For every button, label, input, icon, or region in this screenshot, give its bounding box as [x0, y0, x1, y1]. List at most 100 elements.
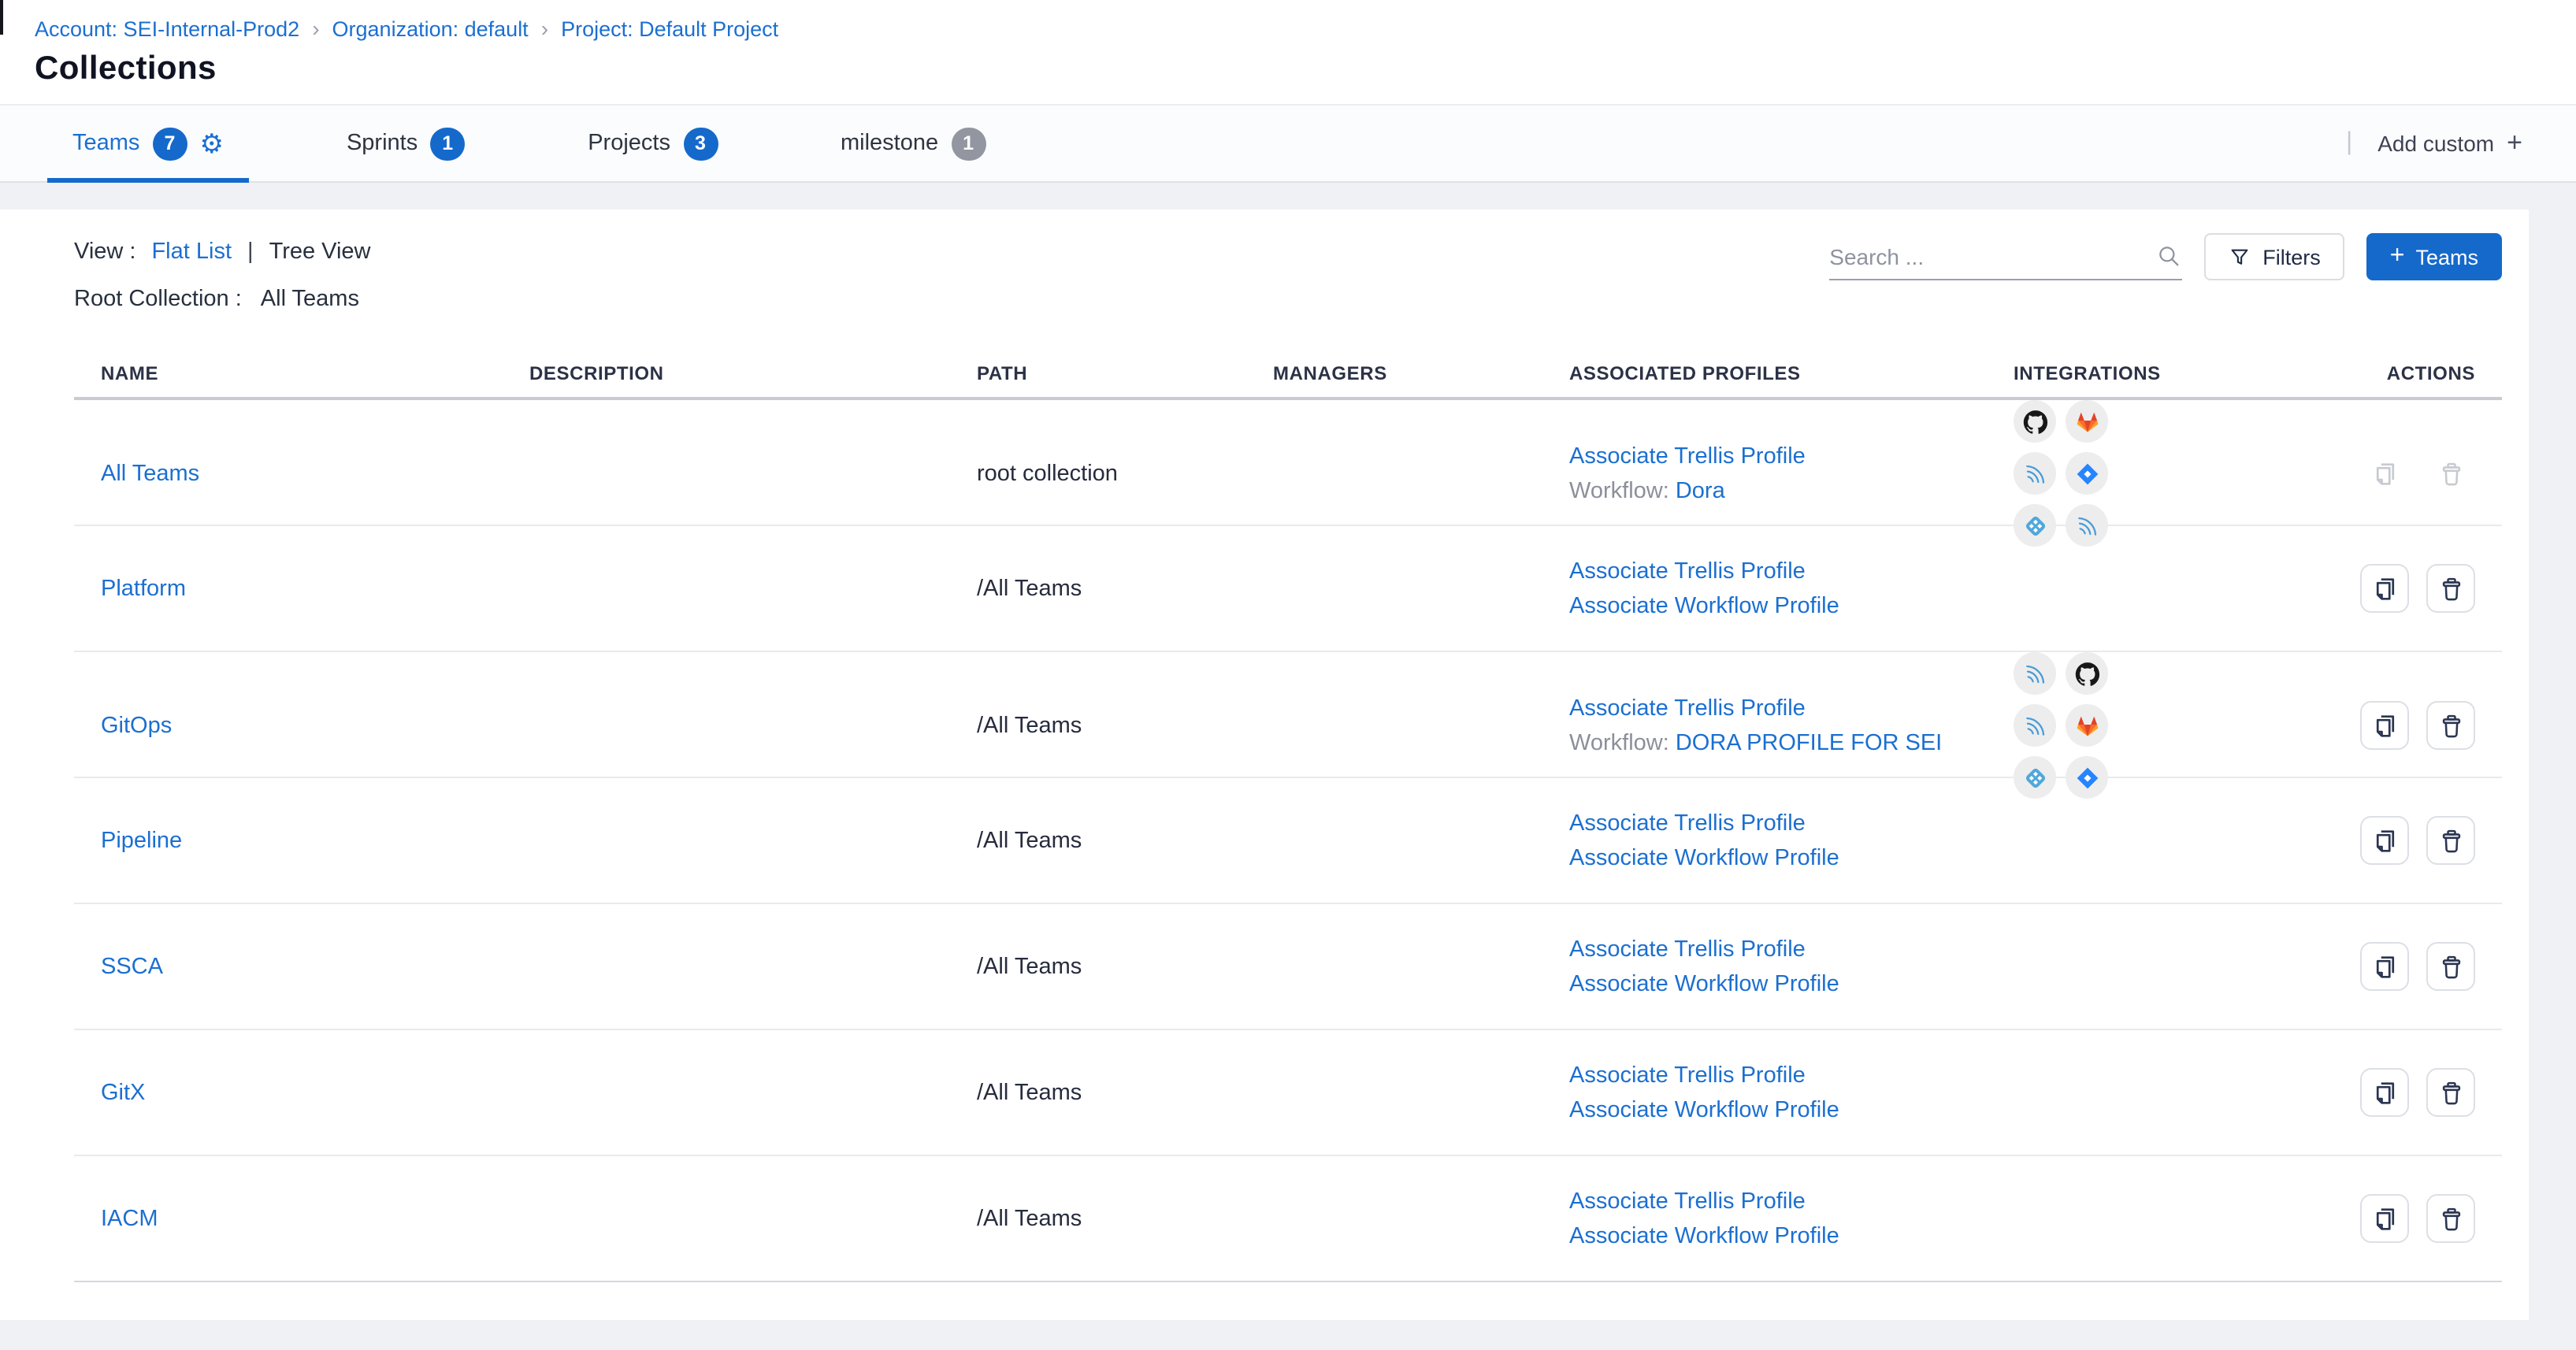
copy-button[interactable]: [2360, 942, 2409, 991]
path-cell: /All Teams: [950, 828, 1246, 853]
add-custom-button[interactable]: Add custom +: [2377, 128, 2522, 159]
plus-icon: +: [2507, 128, 2522, 159]
associate-trellis-link[interactable]: Associate Trellis Profile: [1569, 1189, 1806, 1214]
add-teams-button[interactable]: + Teams: [2366, 233, 2502, 280]
diamond-grid-icon: [2014, 756, 2056, 799]
copy-button[interactable]: [2360, 1068, 2409, 1117]
tab-teams[interactable]: Teams 7 ⚙: [47, 106, 249, 181]
actions-cell: [2321, 449, 2502, 498]
sonarqube-icon: [2014, 704, 2056, 747]
delete-button[interactable]: [2426, 942, 2475, 991]
github-icon: [2066, 652, 2108, 695]
copy-button[interactable]: [2360, 816, 2409, 865]
associate-workflow-link[interactable]: Associate Workflow Profile: [1569, 1097, 1839, 1122]
view-flat-list[interactable]: Flat List: [151, 239, 232, 265]
trash-icon: [2437, 711, 2465, 740]
col-header-integrations: INTEGRATIONS: [1987, 362, 2321, 384]
copy-button[interactable]: [2360, 701, 2409, 750]
breadcrumb-project[interactable]: Project: Default Project: [561, 17, 778, 40]
associate-trellis-link[interactable]: Associate Trellis Profile: [1569, 695, 1806, 721]
collection-link[interactable]: IACM: [101, 1206, 158, 1231]
copy-icon: [2370, 826, 2399, 855]
tab-projects[interactable]: Projects 3: [562, 106, 743, 181]
delete-button[interactable]: [2426, 564, 2475, 613]
workflow-profile-link[interactable]: Dora: [1676, 478, 1725, 503]
chevron-right-icon: ›: [541, 16, 548, 41]
collection-link[interactable]: GitOps: [101, 713, 172, 738]
tab-label: Sprints: [347, 131, 418, 156]
delete-button[interactable]: [2426, 1068, 2475, 1117]
filters-label: Filters: [2262, 245, 2321, 269]
table-row: GitX /All Teams Associate Trellis Profil…: [74, 1030, 2502, 1156]
workflow-profile-link[interactable]: DORA PROFILE FOR SEI: [1676, 730, 1942, 755]
collection-link[interactable]: Platform: [101, 576, 186, 601]
associate-trellis-link[interactable]: Associate Trellis Profile: [1569, 1063, 1806, 1088]
trash-icon: [2437, 574, 2465, 603]
integrations-cell: [1987, 400, 2152, 547]
table-row: IACM /All Teams Associate Trellis Profil…: [74, 1156, 2502, 1282]
path-cell: /All Teams: [950, 713, 1246, 738]
associate-trellis-link[interactable]: Associate Trellis Profile: [1569, 936, 1806, 962]
tab-label: Teams: [72, 131, 139, 156]
filters-button[interactable]: Filters: [2204, 233, 2344, 280]
trash-icon: [2437, 459, 2465, 488]
delete-button[interactable]: [2426, 1194, 2475, 1243]
tab-sprints[interactable]: Sprints 1: [321, 106, 490, 181]
path-cell: /All Teams: [950, 1080, 1246, 1105]
tab-bar: Teams 7 ⚙ Sprints 1 Projects 3 milestone…: [0, 104, 2576, 183]
collection-link[interactable]: GitX: [101, 1080, 145, 1105]
associate-trellis-link[interactable]: Associate Trellis Profile: [1569, 810, 1806, 836]
associate-workflow-link[interactable]: Associate Workflow Profile: [1569, 845, 1839, 870]
workflow-prefix: Workflow:: [1569, 478, 1676, 503]
actions-cell: [2321, 942, 2502, 991]
plus-icon: +: [2390, 243, 2405, 271]
milestone-count-badge: 1: [951, 127, 985, 160]
associate-workflow-link[interactable]: Associate Workflow Profile: [1569, 593, 1839, 618]
gear-icon[interactable]: ⚙: [199, 130, 224, 157]
breadcrumb-organization[interactable]: Organization: default: [332, 17, 529, 40]
copy-button[interactable]: [2360, 1194, 2409, 1243]
breadcrumb-account[interactable]: Account: SEI-Internal-Prod2: [35, 17, 299, 40]
sonarqube-icon: [2014, 652, 2056, 695]
search-icon: [2155, 243, 2182, 269]
associate-trellis-link[interactable]: Associate Trellis Profile: [1569, 443, 1806, 469]
view-tree-view[interactable]: Tree View: [269, 239, 371, 265]
tab-label: milestone: [841, 131, 938, 156]
add-teams-label: Teams: [2415, 245, 2478, 269]
col-header-profiles: ASSOCIATED PROFILES: [1542, 362, 1987, 384]
delete-button[interactable]: [2426, 701, 2475, 750]
tab-label: Projects: [588, 131, 670, 156]
workflow-prefix: Workflow:: [1569, 730, 1676, 755]
search-field: [1829, 233, 2182, 280]
actions-cell: [2321, 1194, 2502, 1243]
copy-icon: [2370, 1078, 2399, 1107]
actions-cell: [2321, 816, 2502, 865]
copy-button[interactable]: [2360, 564, 2409, 613]
tab-milestone[interactable]: milestone 1: [815, 106, 1011, 181]
path-cell: root collection: [950, 461, 1246, 486]
collection-link[interactable]: All Teams: [101, 461, 199, 486]
gitlab-icon: [2066, 704, 2108, 747]
collections-table: NAME DESCRIPTION PATH MANAGERS ASSOCIATE…: [74, 350, 2502, 1282]
page-title: Collections: [0, 41, 2576, 104]
github-icon: [2014, 400, 2056, 443]
col-header-path: PATH: [950, 362, 1246, 384]
integrations-cell: [1987, 652, 2152, 799]
trash-icon: [2437, 826, 2465, 855]
associate-workflow-link[interactable]: Associate Workflow Profile: [1569, 971, 1839, 996]
delete-button[interactable]: [2426, 816, 2475, 865]
col-header-managers: MANAGERS: [1246, 362, 1542, 384]
collection-link[interactable]: Pipeline: [101, 828, 182, 853]
search-input[interactable]: [1829, 243, 2155, 269]
gitlab-icon: [2066, 400, 2108, 443]
path-cell: /All Teams: [950, 954, 1246, 979]
associate-workflow-link[interactable]: Associate Workflow Profile: [1569, 1223, 1839, 1248]
collection-link[interactable]: SSCA: [101, 954, 163, 979]
funnel-icon: [2228, 245, 2251, 269]
associate-trellis-link[interactable]: Associate Trellis Profile: [1569, 558, 1806, 584]
table-row: All Teams root collection Associate Trel…: [74, 400, 2502, 526]
path-cell: /All Teams: [950, 576, 1246, 601]
page-header: Account: SEI-Internal-Prod2 › Organizati…: [0, 0, 2576, 183]
actions-cell: [2321, 1068, 2502, 1117]
view-controls: View : Flat List | Tree View Root Collec…: [74, 233, 371, 318]
